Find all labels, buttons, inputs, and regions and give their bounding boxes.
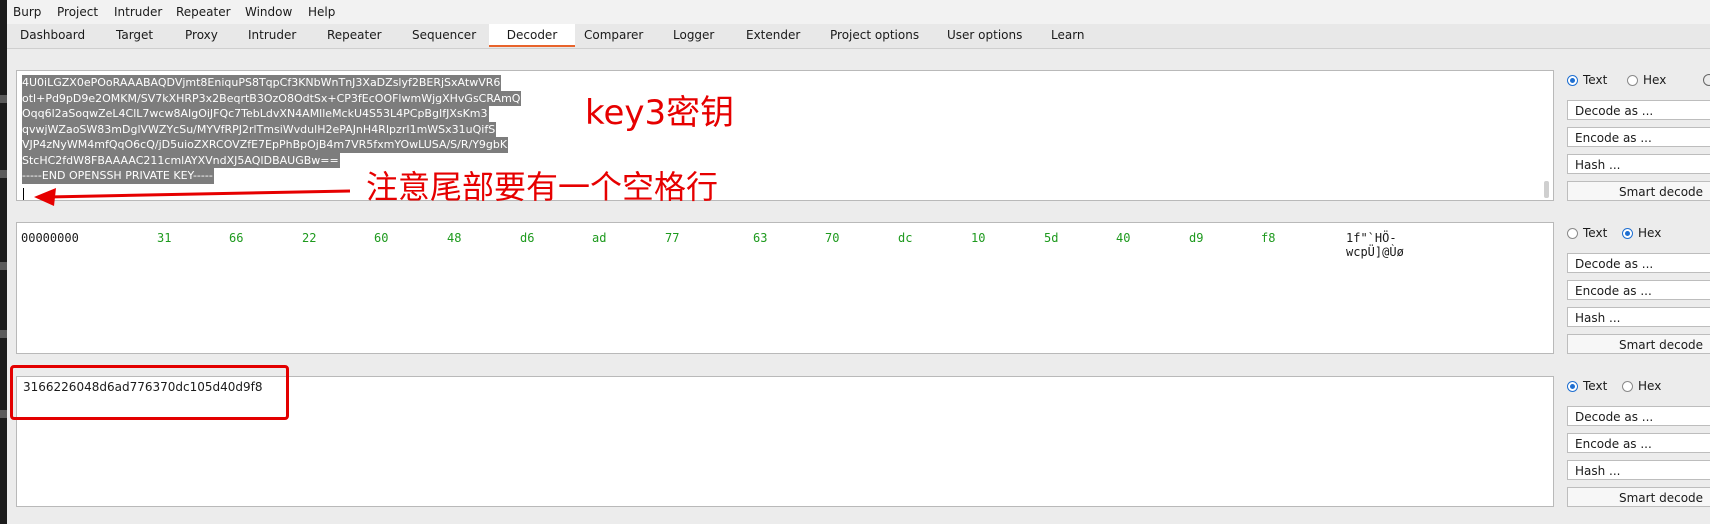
radio-hex[interactable]: Hex [1627,73,1666,87]
radio-unselected-icon [1622,381,1633,392]
radio-text-label: Text [1583,73,1607,87]
radio-unselected-icon [1567,228,1578,239]
annotation-highlight-box [10,365,289,420]
encode-as-dropdown[interactable]: Encode as ... [1567,280,1710,300]
decode-as-dropdown[interactable]: Decode as ... [1567,100,1710,120]
menu-intruder[interactable]: Intruder [114,5,162,19]
key-line: VJP4zNyWM4mfQqO6cQ/jD5uioZXRCOVZfE7EpPhB… [22,137,508,153]
tab-proxy[interactable]: Proxy [185,28,218,42]
radio-selected-icon [1567,75,1578,86]
tab-user-options[interactable]: User options [947,28,1022,42]
help-icon[interactable] [1703,74,1710,86]
smart-decode-button[interactable]: Smart decode [1567,487,1710,507]
menu-repeater[interactable]: Repeater [176,5,231,19]
menu-burp[interactable]: Burp [13,5,41,19]
key-line: otl+Pd9pD9e2OMKM/SV7kXHRP3x2BeqrtB3OzO8O… [22,91,521,107]
radio-text[interactable]: Text [1567,226,1607,240]
hex-offset: 00000000 [21,231,79,245]
hex-byte: 48 [447,231,461,245]
hex-byte: ad [592,231,606,245]
menu-project[interactable]: Project [57,5,98,19]
hex-byte: 70 [825,231,839,245]
annotation-arrow-icon [20,182,360,212]
radio-selected-icon [1622,228,1633,239]
smart-decode-button[interactable]: Smart decode [1567,181,1710,201]
hex-byte: 22 [302,231,316,245]
radio-hex-label: Hex [1643,73,1666,87]
annotation-key3: key3密钥 [585,85,734,134]
hex-byte: d6 [520,231,534,245]
radio-text[interactable]: Text [1567,73,1607,87]
key-line: 4U0iLGZX0ePOoRAAABAQDVjmt8EniquPS8TqpCf3… [22,75,501,91]
hex-byte: d9 [1189,231,1203,245]
hex-byte: dc [898,231,912,245]
hash-dropdown[interactable]: Hash ... [1567,154,1710,174]
hex-byte: 31 [157,231,171,245]
radio-hex-label: Hex [1638,379,1661,393]
decode-as-dropdown[interactable]: Decode as ... [1567,406,1710,426]
hex-byte: 77 [665,231,679,245]
tab-project-options[interactable]: Project options [830,28,919,42]
hex-byte: 5d [1044,231,1058,245]
tab-target[interactable]: Target [116,28,153,42]
tab-comparer[interactable]: Comparer [584,28,643,42]
hex-byte: 40 [1116,231,1130,245]
encode-as-dropdown[interactable]: Encode as ... [1567,127,1710,147]
radio-unselected-icon [1627,75,1638,86]
hash-dropdown[interactable]: Hash ... [1567,460,1710,480]
hex-byte: 63 [753,231,767,245]
tab-sequencer[interactable]: Sequencer [412,28,476,42]
hex-byte: 66 [229,231,243,245]
annotation-trailing-line-note: 注意尾部要有一个空格行 [366,162,718,208]
radio-selected-icon [1567,381,1578,392]
key-line: StcHC2fdW8FBAAAAC211cmlAYXVndXJ5AQIDBAUG… [22,153,340,169]
key-line: qvwjWZaoSW83mDglVWZYcSu/MYVfRPJ2rlTmsiWv… [22,122,496,138]
tab-logger[interactable]: Logger [673,28,714,42]
radio-hex[interactable]: Hex [1622,379,1661,393]
radio-hex[interactable]: Hex [1622,226,1661,240]
hex-byte: 10 [971,231,985,245]
tab-learn[interactable]: Learn [1051,28,1085,42]
key-line: Oqq6l2aSoqwZeL4ClL7wcw8AIgOiJFQc7TebLdvX… [22,106,489,122]
hash-dropdown[interactable]: Hash ... [1567,307,1710,327]
smart-decode-button[interactable]: Smart decode [1567,334,1710,354]
decode-as-dropdown[interactable]: Decode as ... [1567,253,1710,273]
menu-window[interactable]: Window [245,5,292,19]
encode-as-dropdown[interactable]: Encode as ... [1567,433,1710,453]
tab-repeater[interactable]: Repeater [327,28,382,42]
menu-bar: Burp Project Intruder Repeater Window He… [7,0,1710,24]
radio-text[interactable]: Text [1567,379,1607,393]
scrollbar-thumb[interactable] [1544,181,1549,198]
menu-help[interactable]: Help [308,5,335,19]
hex-ascii: 1f"`HÖ-wcpÜ]@Ùø [1346,231,1404,259]
desktop-edge [0,0,7,524]
tab-extender[interactable]: Extender [746,28,800,42]
tab-intruder[interactable]: Intruder [248,28,296,42]
hex-byte: f8 [1261,231,1275,245]
tab-decoder[interactable]: Decoder [489,24,575,47]
tab-dashboard[interactable]: Dashboard [20,28,85,42]
tab-bar: Dashboard Target Proxy Intruder Repeater… [7,24,1710,49]
decoder-hex-panel-2[interactable] [16,222,1554,354]
radio-text-label: Text [1583,379,1607,393]
radio-hex-label: Hex [1638,226,1661,240]
radio-text-label: Text [1583,226,1607,240]
hex-byte: 60 [374,231,388,245]
